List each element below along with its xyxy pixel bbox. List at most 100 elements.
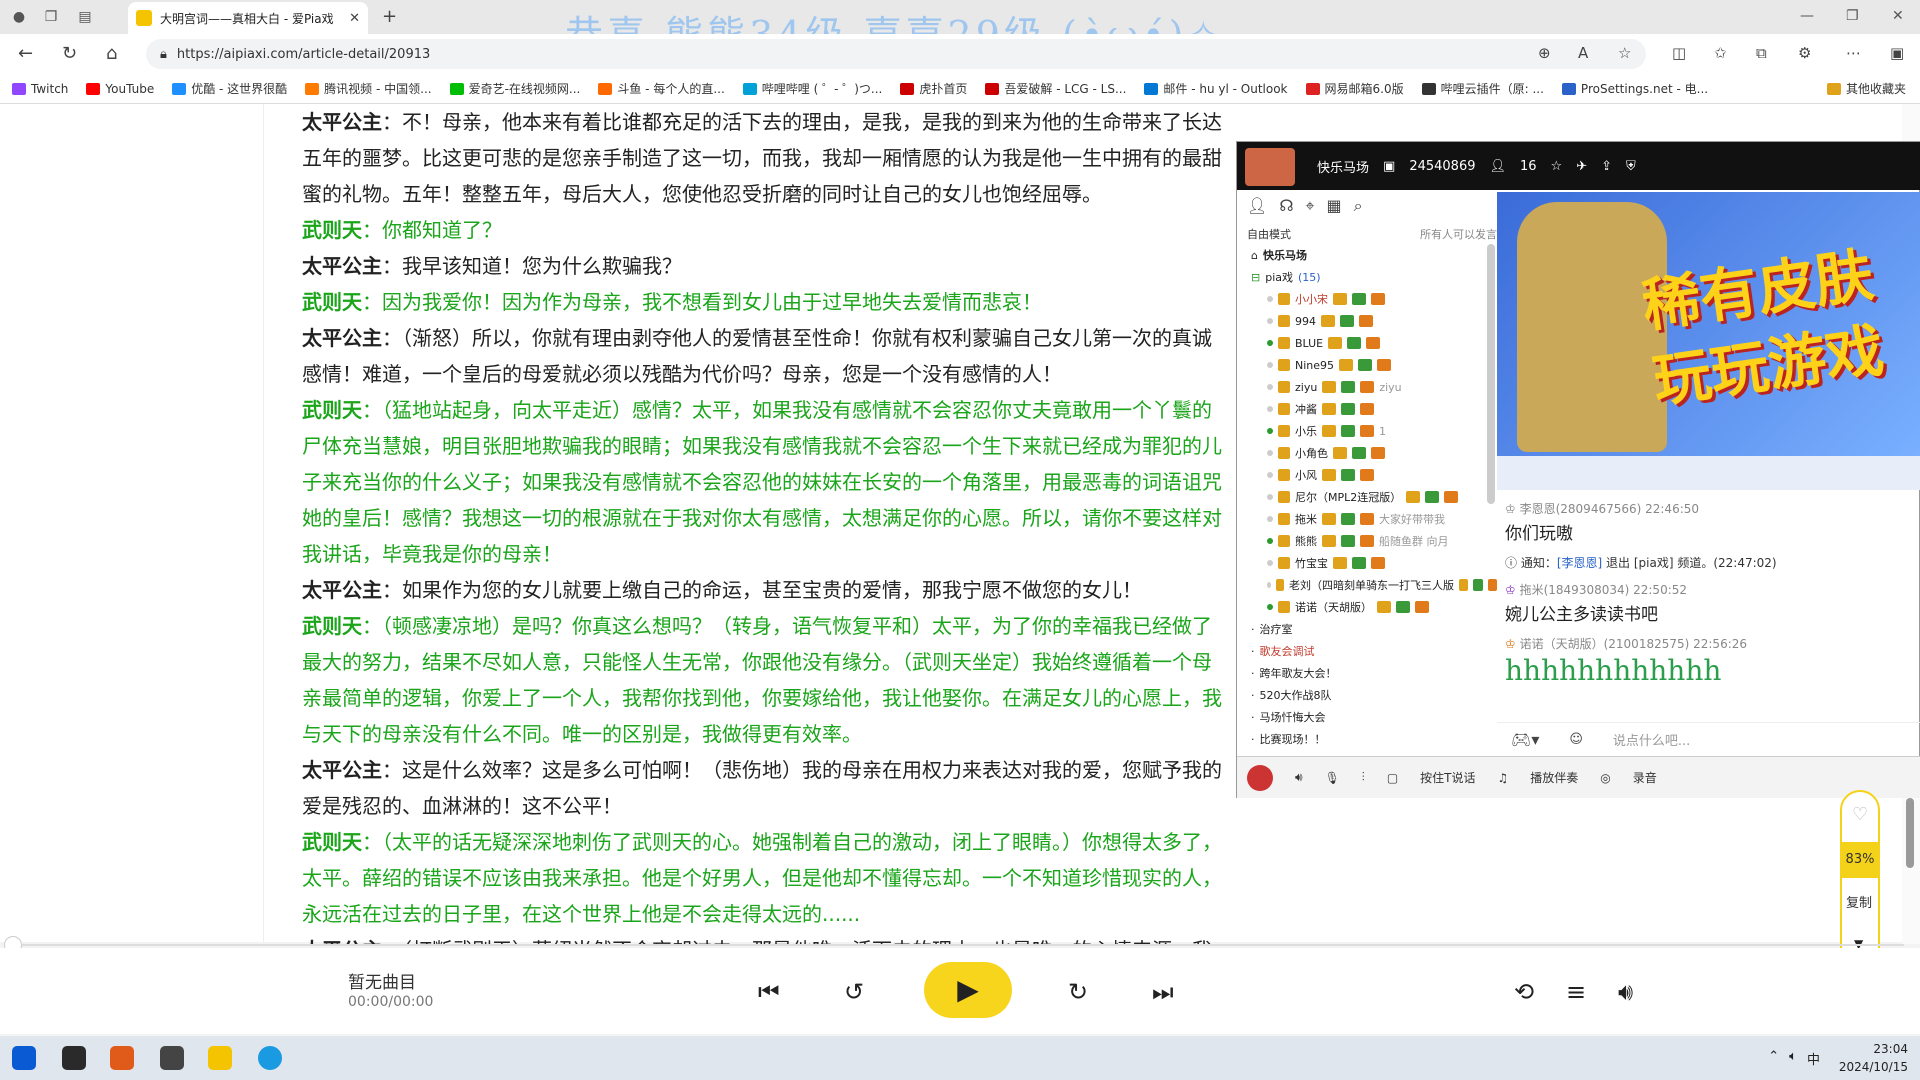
channel-item[interactable]: · 治疗室 (1237, 618, 1497, 640)
user-row[interactable]: 竹宝宝 (1237, 552, 1497, 574)
star-icon[interactable]: ☆ (1551, 159, 1563, 174)
home-icon[interactable]: ⌂ (106, 43, 117, 64)
app-icon-kook[interactable] (208, 1046, 232, 1070)
tab-actions-icon[interactable]: ▤ (74, 6, 96, 28)
bookmark-item[interactable]: YouTube (86, 82, 154, 96)
more-menu-icon[interactable]: ⋯ (1846, 44, 1861, 62)
user-row[interactable]: ziyu ziyu (1237, 376, 1497, 398)
user-row[interactable]: 小角色 (1237, 442, 1497, 464)
favorites-icon[interactable]: ✩ (1714, 44, 1727, 62)
next-track-icon[interactable]: ⏭ (1152, 978, 1174, 1006)
heart-icon[interactable]: ♡ (1852, 804, 1868, 825)
channel-item[interactable]: · 跨年歌友大会！ (1237, 662, 1497, 684)
url-field[interactable]: 🔒︎ https://aipiaxi.com/article-detail/20… (146, 39, 1646, 69)
bookmark-item[interactable]: 邮件 - hu yl - Outlook (1144, 80, 1288, 97)
search-icon[interactable]: ⌕ (1354, 196, 1363, 215)
extensions-icon[interactable]: ⚙ (1798, 44, 1811, 62)
user-row[interactable]: Nine95 (1237, 354, 1497, 376)
location-icon[interactable]: ⌖ (1306, 196, 1315, 215)
user-row[interactable]: 冲酱 (1237, 398, 1497, 420)
read-aloud-icon[interactable]: A (1578, 44, 1588, 62)
user-row[interactable]: 小乐 1 (1237, 420, 1497, 442)
user-row[interactable]: BLUE (1237, 332, 1497, 354)
user-row[interactable]: 小风 (1237, 464, 1497, 486)
bookmark-item[interactable]: 哔哩哔哩 ( ゜- ゜)つ... (742, 80, 882, 97)
gamepad-icon[interactable]: 🎮︎▾ (1511, 730, 1539, 749)
plane-icon[interactable]: ✈ (1576, 159, 1587, 174)
maximize-icon[interactable]: ❐ (1846, 8, 1859, 24)
share-icon[interactable]: ⇪ (1601, 159, 1612, 174)
previous-track-icon[interactable]: ⏮ (758, 978, 780, 1006)
minimize-icon[interactable]: — (1800, 8, 1814, 24)
shield-icon[interactable]: ⛨ (1626, 159, 1636, 174)
favorite-star-icon[interactable]: ☆ (1618, 44, 1631, 62)
bookmark-item[interactable]: Twitch (12, 82, 68, 96)
ptt-icon[interactable]: ▢ (1387, 771, 1398, 785)
collapse-icon[interactable]: ⊟ (1251, 271, 1260, 284)
chat-input[interactable]: 说点什么吧... (1613, 730, 1690, 749)
sidebar-toggle-icon[interactable]: ▣ (1890, 44, 1904, 62)
ime-indicator[interactable]: 中 (1807, 1049, 1820, 1068)
record-label[interactable]: 录音 (1633, 769, 1657, 786)
bookmark-item[interactable]: ProSettings.net - 电... (1561, 80, 1708, 97)
close-tab-icon[interactable]: ✕ (349, 11, 360, 26)
user-row[interactable]: 诺诺（天胡版） (1237, 596, 1497, 618)
music-icon[interactable]: ♫ (1498, 771, 1509, 785)
rewind-15-icon[interactable]: ↺ (844, 978, 864, 1006)
copy-button[interactable]: 复制 (1846, 892, 1872, 911)
bookmark-item[interactable]: 腾讯视频 - 中国领... (305, 80, 432, 97)
channel-item[interactable]: · 520大作战8队 (1237, 684, 1497, 706)
new-tab-icon[interactable]: + (382, 6, 397, 27)
split-screen-icon[interactable]: ◫ (1672, 44, 1686, 62)
bookmark-item[interactable]: 斗鱼 - 每个人的直... (598, 80, 725, 97)
promo-banner[interactable]: 稀有皮肤 玩玩游戏 (1497, 192, 1920, 456)
user-row[interactable]: 994 (1237, 310, 1497, 332)
emoji-icon[interactable]: ☺ (1569, 732, 1583, 747)
edge-icon[interactable] (258, 1046, 282, 1070)
user-row[interactable]: 尼尔（MPL2连冠版） (1237, 486, 1497, 508)
mode-label[interactable]: 自由模式 (1247, 226, 1291, 242)
equalizer-icon[interactable]: ⫶ (1362, 770, 1365, 785)
app-icon-steam[interactable] (160, 1046, 184, 1070)
play-button[interactable]: ▶ (924, 962, 1012, 1018)
bookmark-item[interactable]: 虎扑首页 (900, 80, 967, 97)
close-window-icon[interactable]: ✕ (1892, 8, 1904, 24)
user-row[interactable]: 小小宋 (1237, 288, 1497, 310)
user-row[interactable]: 老刘（四暗刻单骑东一打飞三人版 (1237, 574, 1497, 596)
app-icon-triangle[interactable] (62, 1046, 86, 1070)
chevron-up-icon[interactable]: ⌃ (1768, 1049, 1779, 1068)
headset-icon[interactable]: ☊ (1279, 196, 1293, 215)
workspaces-icon[interactable]: ❐ (40, 6, 62, 28)
record-icon[interactable]: ◎ (1600, 771, 1610, 785)
play-music-label[interactable]: 播放伴奏 (1530, 769, 1578, 786)
bookmark-item[interactable]: 爱奇艺-在线视频网... (449, 80, 580, 97)
clock[interactable]: 23:04 2024/10/15 (1839, 1040, 1908, 1076)
user-row[interactable]: 熊熊 船随鱼群 向月 (1237, 530, 1497, 552)
avatar[interactable] (1247, 764, 1273, 791)
bookmark-item[interactable]: 其他收藏夹 (1826, 80, 1906, 97)
channel-root[interactable]: ⌂ 快乐马场 (1237, 244, 1497, 266)
volume-tray-icon[interactable]: 🔈︎ (1789, 1049, 1797, 1068)
channel-item[interactable]: · 马场忏悔大会 (1237, 706, 1497, 728)
notes-icon[interactable]: ▦ (1327, 196, 1342, 215)
volume-icon[interactable]: 🔊︎ (1618, 978, 1633, 1006)
repeat-icon[interactable]: ⟲ (1514, 978, 1534, 1006)
user-row[interactable]: 拖米 大家好带带我 (1237, 508, 1497, 530)
bookmark-item[interactable]: 吾爱破解 - LCG - LS... (985, 80, 1126, 97)
push-to-talk-label[interactable]: 按住T说话 (1420, 769, 1475, 786)
mic-icon[interactable]: 🎙︎ (1325, 771, 1340, 785)
tree-scrollbar[interactable] (1487, 244, 1495, 504)
page-scrollbar-thumb[interactable] (1906, 798, 1914, 868)
channel-item[interactable]: · 比赛现场！！ (1237, 728, 1497, 750)
back-icon[interactable]: ← (18, 43, 33, 64)
channel-item[interactable]: · 歌友会调试 (1237, 640, 1497, 662)
channel-pia[interactable]: ⊟ pia戏 (15) (1237, 266, 1497, 288)
player-progress-bar[interactable] (14, 944, 1904, 946)
collections-icon[interactable]: ⧉ (1756, 44, 1767, 62)
refresh-icon[interactable]: ↻ (62, 43, 77, 64)
bookmark-item[interactable]: 优酷 - 这世界很酷 (172, 80, 287, 97)
start-icon[interactable] (12, 1046, 36, 1070)
zoom-icon[interactable]: ⊕ (1538, 44, 1551, 62)
bookmark-item[interactable]: 网易邮箱6.0版 (1305, 80, 1404, 97)
user-list-icon[interactable]: 👤︎ (1247, 196, 1267, 215)
